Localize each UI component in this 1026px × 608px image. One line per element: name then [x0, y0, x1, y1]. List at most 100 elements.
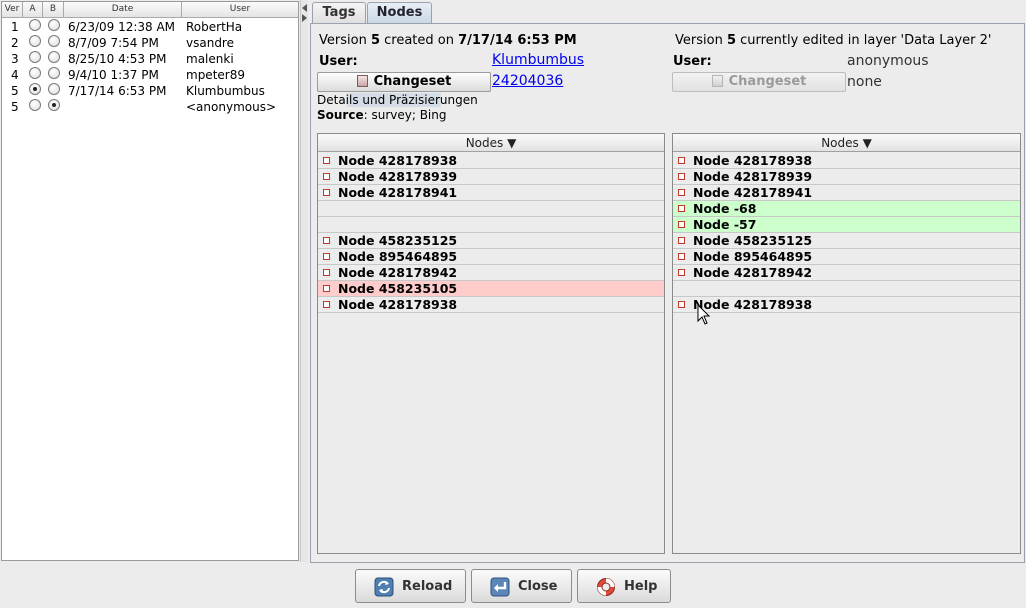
node-row[interactable]: Node 458235125 — [673, 233, 1020, 249]
tab-tags[interactable]: Tags — [312, 2, 366, 24]
right-changeset-button[interactable]: Changeset — [672, 72, 846, 92]
right-nodes-header[interactable]: Nodes ▼ — [673, 134, 1020, 152]
node-icon — [323, 301, 330, 308]
history-radio-a[interactable] — [29, 83, 41, 95]
left-user-link[interactable]: Klumbumbus — [492, 52, 584, 68]
history-radio-a[interactable] — [29, 99, 41, 111]
node-row[interactable]: Node 428178938 — [318, 153, 664, 169]
split-pane-divider[interactable] — [300, 0, 308, 562]
reload-icon — [374, 577, 394, 597]
node-label: Node -57 — [693, 217, 757, 232]
history-radio-b[interactable] — [48, 99, 60, 111]
history-row[interactable]: 2 8/7/09 7:54 PM vsandre — [2, 35, 298, 51]
collapse-left-arrow-icon[interactable] — [302, 4, 307, 12]
node-row[interactable]: Node 428178941 — [318, 185, 664, 201]
right-changeset-label: Changeset — [728, 74, 807, 89]
left-changeset-button[interactable]: Changeset — [317, 72, 491, 92]
node-label: Node 458235105 — [338, 281, 458, 296]
close-button[interactable]: Close — [471, 569, 572, 603]
history-radio-a[interactable] — [29, 19, 41, 31]
node-row[interactable] — [318, 201, 664, 217]
right-version-title: Version 5 currently edited in layer 'Dat… — [675, 33, 992, 48]
history-version: 4 — [11, 68, 19, 82]
history-user: RobertHa — [186, 20, 243, 34]
node-row[interactable]: Node 428178939 — [673, 169, 1020, 185]
help-button[interactable]: Help — [577, 569, 671, 603]
left-source-line: Source: survey; Bing — [317, 108, 447, 122]
node-row[interactable]: Node 428178941 — [673, 185, 1020, 201]
node-row[interactable]: Node 428178938 — [318, 297, 664, 313]
history-radio-b[interactable] — [48, 51, 60, 63]
node-row[interactable] — [318, 217, 664, 233]
node-label: Node 428178938 — [338, 297, 458, 312]
node-row[interactable]: Node 428178938 — [673, 297, 1020, 313]
left-version-title: Version 5 created on 7/17/14 6:53 PM — [319, 33, 577, 48]
history-date: 7/17/14 6:53 PM — [68, 84, 167, 98]
history-table: Ver A B Date User 1 6/23/09 12:38 AM Rober… — [1, 1, 299, 561]
node-row[interactable]: Node -57 — [673, 217, 1020, 233]
history-user: malenki — [186, 52, 234, 66]
collapse-right-arrow-icon[interactable] — [302, 14, 307, 22]
node-label: Node 458235125 — [338, 233, 458, 248]
history-row[interactable]: 1 6/23/09 12:38 AM RobertHa — [2, 19, 298, 35]
lifebuoy-icon — [597, 578, 615, 596]
history-radio-a[interactable] — [29, 35, 41, 47]
node-row[interactable] — [673, 281, 1020, 297]
history-row[interactable]: 3 8/25/10 4:53 PM malenki — [2, 51, 298, 67]
left-nodes-table: Nodes ▼ Node 428178938 Node 428178939 Node… — [317, 133, 665, 554]
node-row[interactable]: Node 428178942 — [318, 265, 664, 281]
node-icon — [323, 237, 330, 244]
node-row[interactable]: Node 895464895 — [673, 249, 1020, 265]
history-version: 5 — [11, 100, 19, 114]
left-changeset-link[interactable]: 24204036 — [492, 73, 563, 89]
node-label: Node 428178938 — [693, 153, 813, 168]
tab-nodes[interactable]: Nodes — [367, 2, 432, 24]
node-icon — [678, 205, 685, 212]
node-label: Node 428178942 — [338, 265, 458, 280]
history-radio-b[interactable] — [48, 67, 60, 79]
node-icon — [323, 157, 330, 164]
history-radio-a[interactable] — [29, 51, 41, 63]
column-header-a[interactable]: A — [23, 2, 43, 18]
node-label: Node 895464895 — [338, 249, 458, 264]
node-label: Node 428178941 — [338, 185, 458, 200]
history-date: 8/7/09 7:54 PM — [68, 36, 159, 50]
column-header-date[interactable]: Date — [64, 2, 182, 18]
history-row[interactable]: 5 <anonymous> — [2, 99, 298, 115]
column-header-ver[interactable]: Ver — [2, 2, 23, 18]
node-label: Node 428178942 — [693, 265, 813, 280]
reload-button[interactable]: Reload — [355, 569, 466, 603]
history-radio-b[interactable] — [48, 83, 60, 95]
reload-label: Reload — [402, 579, 453, 594]
history-version: 1 — [11, 20, 19, 34]
history-version: 5 — [11, 84, 19, 98]
history-user: mpeter89 — [186, 68, 245, 82]
column-header-user[interactable]: User — [182, 2, 298, 18]
history-date: 6/23/09 12:38 AM — [68, 20, 176, 34]
history-radio-b[interactable] — [48, 19, 60, 31]
history-radio-b[interactable] — [48, 35, 60, 47]
node-row[interactable]: Node -68 — [673, 201, 1020, 217]
node-row[interactable]: Node 458235105 — [318, 281, 664, 297]
node-row[interactable]: Node 895464895 — [318, 249, 664, 265]
history-row[interactable]: 5 7/17/14 6:53 PM Klumbumbus — [2, 83, 298, 99]
node-label: Node 428178938 — [338, 153, 458, 168]
history-row[interactable]: 4 9/4/10 1:37 PM mpeter89 — [2, 67, 298, 83]
close-label: Close — [518, 579, 558, 594]
node-row[interactable]: Node 428178938 — [673, 153, 1020, 169]
left-nodes-header[interactable]: Nodes ▼ — [318, 134, 664, 152]
node-icon — [678, 301, 685, 308]
history-radio-a[interactable] — [29, 67, 41, 79]
right-nodes-table: Nodes ▼ Node 428178938 Node 428178939 Node… — [672, 133, 1021, 554]
column-header-b[interactable]: B — [43, 2, 64, 18]
node-icon — [323, 269, 330, 276]
node-label: Node -68 — [693, 201, 757, 216]
node-label: Node 428178939 — [338, 169, 458, 184]
node-icon — [678, 173, 685, 180]
node-row[interactable]: Node 428178942 — [673, 265, 1020, 281]
node-row[interactable]: Node 458235125 — [318, 233, 664, 249]
node-icon — [323, 285, 330, 292]
node-label: Node 895464895 — [693, 249, 813, 264]
node-icon — [678, 157, 685, 164]
node-row[interactable]: Node 428178939 — [318, 169, 664, 185]
